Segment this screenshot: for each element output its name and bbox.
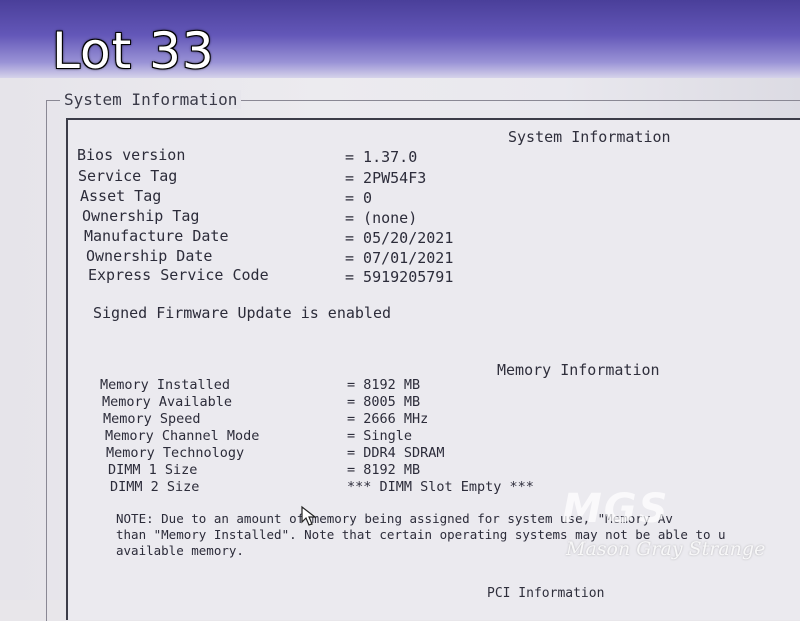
manufacture-date-label: Manufacture Date (84, 227, 229, 245)
firmware-status: Signed Firmware Update is enabled (93, 304, 392, 322)
frame-title: System Information (60, 90, 242, 109)
memory-technology-label: Memory Technology (106, 445, 245, 461)
manufacture-date-value: = 05/20/2021 (345, 229, 454, 247)
dimm-1-size-label: DIMM 1 Size (108, 462, 198, 478)
mouse-pointer-icon (300, 505, 320, 527)
bios-version-value: = 1.37.0 (345, 148, 418, 166)
dimm-2-size-label: DIMM 2 Size (110, 479, 200, 495)
asset-tag-label: Asset Tag (80, 187, 162, 205)
ownership-date-label: Ownership Date (86, 247, 213, 265)
memory-installed-label: Memory Installed (100, 377, 231, 393)
express-service-code-label: Express Service Code (88, 266, 269, 284)
memory-speed-label: Memory Speed (103, 411, 201, 427)
lot-label: Lot 33 (52, 22, 215, 80)
service-tag-label: Service Tag (78, 167, 178, 185)
memory-channel-mode-label: Memory Channel Mode (105, 428, 260, 444)
express-service-code-value: = 5919205791 (345, 268, 454, 286)
memory-available-label: Memory Available (102, 394, 233, 410)
dimm-1-size-value: = 8192 MB (347, 462, 421, 478)
bios-version-label: Bios version (77, 146, 186, 164)
memory-note-line: NOTE: Due to an amount of memory being a… (116, 511, 673, 526)
ownership-date-value: = 07/01/2021 (345, 249, 454, 267)
service-tag-value: = 2PW54F3 (345, 169, 427, 187)
memory-technology-value: = DDR4 SDRAM (347, 445, 445, 461)
system-info-heading: System Information (508, 128, 671, 146)
ownership-tag-label: Ownership Tag (82, 207, 200, 225)
pci-info-heading: PCI Information (487, 586, 605, 601)
memory-channel-mode-value: = Single (347, 428, 413, 444)
memory-note-line: available memory. (116, 543, 244, 558)
asset-tag-value: = 0 (345, 189, 373, 207)
dimm-2-size-value: *** DIMM Slot Empty *** (347, 479, 534, 495)
memory-note-line: than "Memory Installed". Note that certa… (116, 527, 726, 542)
memory-speed-value: = 2666 MHz (347, 411, 429, 427)
ownership-tag-value: = (none) (345, 209, 418, 227)
memory-note: NOTE: Due to an amount of memory being a… (116, 511, 800, 559)
memory-available-value: = 8005 MB (347, 394, 421, 410)
memory-info-heading: Memory Information (497, 361, 660, 379)
memory-installed-value: = 8192 MB (347, 377, 421, 393)
